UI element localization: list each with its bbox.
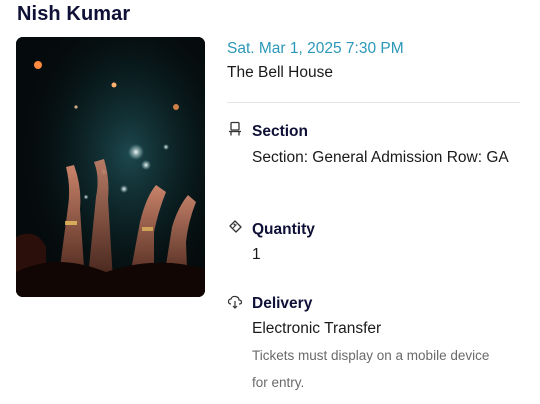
concert-crowd-image: [16, 37, 205, 297]
delivery-icon: [227, 294, 243, 310]
delivery-value: Electronic Transfer: [252, 320, 382, 337]
event-title: Nish Kumar: [17, 3, 131, 25]
seat-icon: [227, 121, 243, 137]
quantity-value: 1: [252, 246, 261, 263]
event-photo: [16, 37, 205, 297]
ticket-icon: [227, 219, 243, 235]
divider: [227, 102, 520, 103]
section-value: Section: General Admission Row: GA: [252, 149, 509, 166]
event-venue: The Bell House: [227, 64, 333, 81]
quantity-heading: Quantity: [252, 221, 315, 238]
event-date: Sat. Mar 1, 2025 7:30 PM: [227, 40, 404, 57]
section-heading: Section: [252, 123, 308, 140]
delivery-note: Tickets must display on a mobile device …: [252, 348, 490, 390]
delivery-heading: Delivery: [252, 295, 313, 312]
